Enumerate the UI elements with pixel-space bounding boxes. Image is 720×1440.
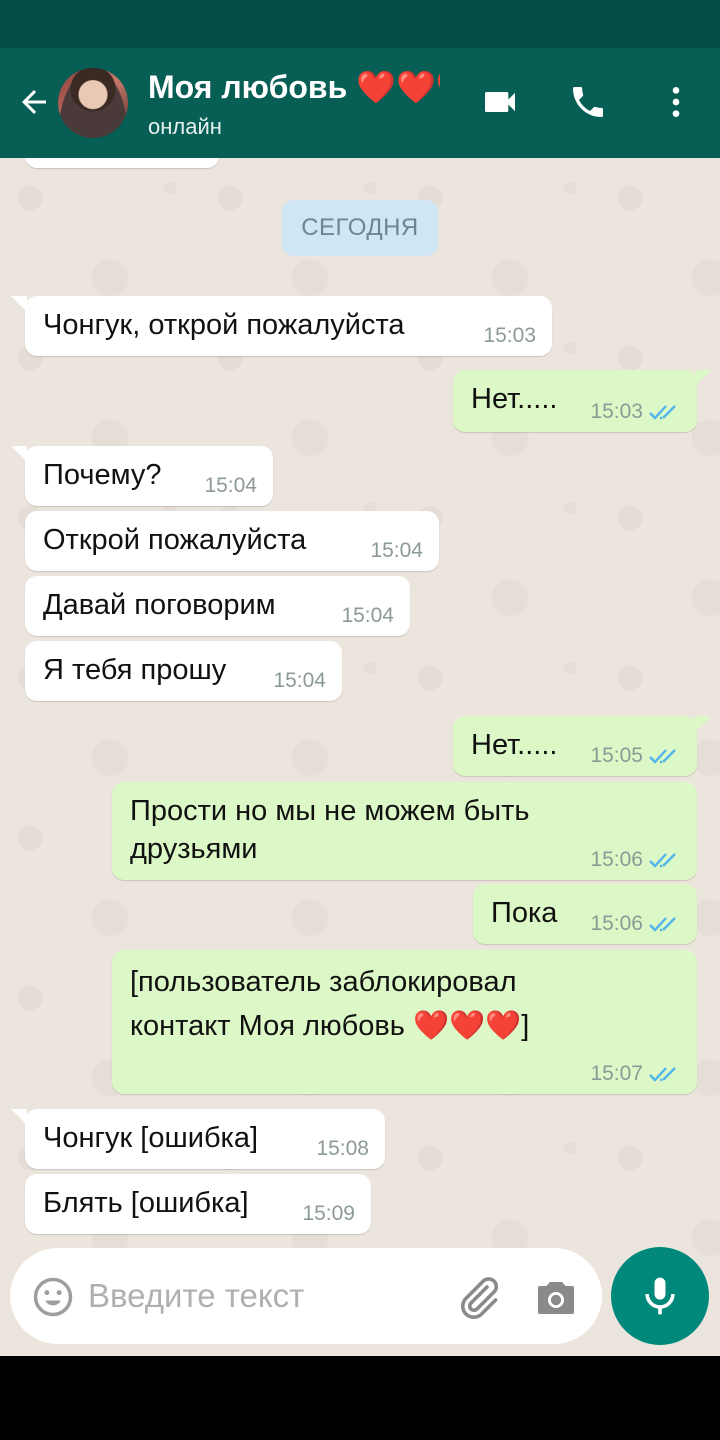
message-time-text: 15:04 (204, 474, 257, 497)
message-outgoing[interactable]: Пока 15:06 (473, 884, 697, 944)
message-time: 15:03 (483, 324, 536, 348)
message-composer (10, 1248, 602, 1344)
chat-header: Моя любовь ❤️❤️❤️ онлайн (0, 48, 720, 158)
back-button[interactable] (10, 78, 58, 126)
contact-name[interactable]: Моя любовь ❤️❤️❤️ (148, 68, 440, 106)
video-camera-icon (485, 92, 515, 112)
message-outgoing[interactable]: Прости но мы не можем быть друзьями 15:0… (112, 782, 697, 880)
message-time-text: 15:06 (590, 848, 643, 871)
message-time: 15:05 (590, 744, 681, 768)
microphone-icon (645, 1277, 675, 1315)
message-incoming[interactable]: Чонгук, открой пожалуйста 15:03 (11, 296, 552, 356)
message-time: 15:04 (204, 474, 257, 498)
voice-call-button[interactable] (562, 76, 614, 128)
message-incoming[interactable]: Почему? 15:04 (11, 446, 273, 506)
contact-status: онлайн (148, 114, 222, 139)
message-time-text: 15:09 (302, 1202, 355, 1225)
message-time: 15:03 (590, 400, 681, 424)
message-time: 15:06 (590, 848, 681, 872)
message-list[interactable]: СЕГОДНЯ Чонгук, открой пожалуйста 15:03 … (0, 158, 720, 1356)
message-time-text: 15:03 (590, 400, 643, 423)
more-vertical-icon (672, 87, 680, 117)
message-time-text: 15:04 (273, 669, 326, 692)
smiley-icon (33, 1277, 73, 1317)
message-text: Чонгук, открой пожалуйста (43, 309, 405, 341)
video-call-button[interactable] (474, 76, 526, 128)
message-time: 15:06 (590, 912, 681, 936)
message-incoming[interactable]: Давай поговорим 15:04 (25, 576, 410, 636)
message-text: Открой пожалуйста (43, 524, 307, 556)
double-check-read-icon (649, 853, 676, 868)
double-check-read-icon (649, 749, 676, 764)
message-time-text: 15:05 (590, 744, 643, 767)
message-text: [пользователь заблокировал контакт Моя л… (130, 966, 530, 1042)
message-time-text: 15:08 (316, 1137, 369, 1160)
message-text: Давай поговорим (43, 589, 276, 621)
message-time-text: 15:04 (341, 604, 394, 627)
message-outgoing[interactable]: Нет..... 15:05 (453, 716, 711, 776)
date-divider: СЕГОДНЯ (282, 200, 438, 256)
message-incoming[interactable]: Я тебя прошу 15:04 (25, 641, 342, 701)
more-options-button[interactable] (650, 76, 702, 128)
camera-button[interactable] (532, 1274, 580, 1322)
paperclip-icon (460, 1277, 499, 1320)
attach-button[interactable] (454, 1274, 502, 1322)
message-time: 15:07 (590, 1062, 681, 1086)
message-incoming[interactable]: Блять [ошибка] 15:09 (25, 1174, 371, 1234)
message-time: 15:04 (273, 669, 326, 693)
arrow-left-icon (22, 90, 46, 114)
message-time-text: 15:04 (370, 539, 423, 562)
voice-message-button[interactable] (611, 1247, 709, 1345)
previous-message-bubble (25, 158, 219, 168)
message-time-text: 15:06 (590, 912, 643, 935)
message-time: 15:04 (370, 539, 423, 563)
double-check-read-icon (649, 917, 676, 932)
double-check-read-icon (649, 405, 676, 420)
message-time-text: 15:07 (590, 1062, 643, 1085)
status-bar (0, 0, 720, 48)
message-incoming[interactable]: Чонгук [ошибка] 15:08 (11, 1109, 385, 1169)
message-time-text: 15:03 (483, 324, 536, 347)
message-time: 15:09 (302, 1202, 355, 1226)
system-navigation-bar (0, 1356, 720, 1440)
message-outgoing[interactable]: Нет..... 15:03 (453, 370, 711, 432)
message-outgoing[interactable]: [пользователь заблокировал контакт Моя л… (112, 950, 697, 1094)
camera-icon (538, 1282, 574, 1314)
message-input[interactable] (88, 1268, 448, 1324)
message-time: 15:04 (341, 604, 394, 628)
double-check-read-icon (649, 1067, 676, 1082)
emoji-button[interactable] (32, 1276, 74, 1318)
message-incoming[interactable]: Открой пожалуйста 15:04 (25, 511, 439, 571)
contact-avatar[interactable] (58, 68, 128, 138)
message-time: 15:08 (316, 1137, 369, 1161)
phone-icon (573, 87, 603, 117)
